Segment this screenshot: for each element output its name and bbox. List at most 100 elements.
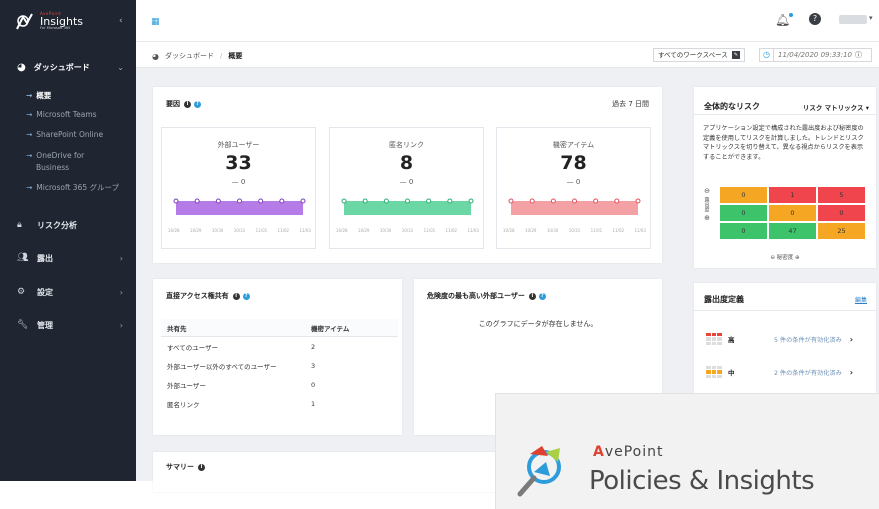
sidebar-item-label: ダッシュボード (33, 62, 90, 72)
sidebar-subitem-groups[interactable]: → Microsoft 365 グループ (26, 182, 119, 193)
table-row[interactable]: 外部ユーザー 0 (161, 375, 398, 394)
workspace-selector[interactable]: すべてのワークスペース ✎ (653, 48, 745, 62)
minus-icon[interactable]: ⊖ (770, 255, 775, 261)
risk-matrix-cell[interactable]: 0 (720, 205, 767, 221)
chevron-right-icon: › (849, 367, 854, 377)
info-icon[interactable]: ⓘ (855, 50, 862, 60)
tick-label: 10/31 (401, 228, 414, 233)
notification-bell-icon[interactable]: 🔔︎ (775, 13, 794, 27)
tick-label: 10/30 (546, 228, 559, 233)
tick-label: 11/01 (590, 228, 603, 233)
tick-label: 10/28 (168, 228, 180, 233)
brand-logo[interactable]: AvePoint Insights For Microsoft 365 (0, 0, 136, 42)
card-title: 全体的なリスク (704, 102, 760, 111)
exposure-level-high[interactable]: 高 5 件の条件が有効化済み › (706, 329, 866, 349)
timestamp-field[interactable]: ◷ 11/04/2020 09:33:10 ⓘ (759, 48, 872, 62)
sparkline (173, 198, 306, 215)
sidebar-item-settings[interactable]: ⚙ 設定 › (0, 282, 136, 302)
top-bar: ▦ 🔔︎ ? ▾ (136, 0, 879, 42)
risk-view-dropdown[interactable]: リスク マトリックス ▾ (803, 102, 869, 112)
factor-anonymous-links[interactable]: 匿名リンク 8 — 0 10/28 10/29 10/30 10/31 11/01 11/… (329, 127, 484, 249)
tick-label: 10/29 (524, 228, 537, 233)
sidebar-item-dashboard[interactable]: ◕ ダッシュボード ⌄ (0, 52, 136, 82)
plus-icon[interactable]: ⊕ (795, 255, 800, 261)
sparkline-point (215, 198, 221, 204)
sidebar-subitem-sharepoint[interactable]: → SharePoint Online (26, 129, 103, 140)
edit-link[interactable]: 編集 (855, 295, 867, 304)
help-icon[interactable]: ? (538, 292, 546, 300)
user-menu[interactable] (839, 15, 867, 24)
dash-icon: — (231, 178, 241, 186)
sidebar: AvePoint Insights For Microsoft 365 ‹ ◕ … (0, 0, 136, 481)
help-icon[interactable]: ? (242, 292, 250, 300)
tick-label: 11/01 (255, 228, 268, 233)
policies-insights-logo-icon (517, 446, 561, 497)
chevron-down-icon: ▾ (865, 104, 869, 112)
breadcrumb-current: 概要 (228, 52, 243, 60)
tick-label: 10/31 (233, 228, 246, 233)
card-title: 直接アクセス権共有 i? (166, 291, 250, 301)
sparkline-point (614, 198, 620, 204)
factor-sensitive-items[interactable]: 機密アイテム 78 — 0 10/28 10/29 10/30 10/31 11/01 1… (496, 127, 651, 249)
tick-label: 10/30 (211, 228, 224, 233)
breadcrumb-root[interactable]: ダッシュボード (165, 51, 214, 61)
card-title: 要因 i? (166, 99, 201, 109)
minus-icon[interactable]: ⊖ (702, 187, 712, 195)
sidebar-subitem-overview[interactable]: → 概要 (26, 90, 51, 101)
insights-logo-icon (16, 13, 33, 30)
tick-label: 11/02 (445, 228, 458, 233)
sparkline-point (426, 198, 432, 204)
chevron-right-icon: › (119, 287, 123, 297)
chevron-down-icon[interactable]: ▾ (869, 14, 873, 22)
risk-matrix-cell[interactable]: 0 (720, 223, 767, 239)
lock-icon: 🔒︎ (17, 220, 22, 230)
risk-matrix-cell[interactable]: 0 (720, 187, 767, 203)
risk-matrix-cell[interactable]: 0 (818, 205, 865, 221)
pie-chart-icon: ◕ (17, 61, 26, 73)
info-icon[interactable]: i (184, 100, 191, 108)
sparkline-point (258, 198, 264, 204)
plus-icon[interactable]: ⊕ (702, 214, 712, 222)
card-title: 危険度の最も高い外部ユーザー i? (427, 291, 546, 301)
table-row[interactable]: 外部ユーザー以外のすべてのユーザー 3 (161, 356, 398, 375)
collapse-sidebar-icon[interactable]: ‹ (119, 16, 123, 26)
sidebar-item-risk-analysis[interactable]: 🔒︎ リスク分析 (0, 215, 136, 235)
card-title: サマリー i (166, 462, 205, 472)
help-icon[interactable]: ? (194, 100, 201, 108)
timestamp-text: 11/04/2020 09:33:10 (778, 51, 853, 59)
factor-external-users[interactable]: 外部ユーザー 33 — 0 10/28 10/29 10/30 10/31 11/01 1… (161, 127, 316, 249)
sparkline-point (572, 198, 577, 204)
table-row[interactable]: すべてのユーザー 2 (161, 337, 398, 356)
sidebar-subitem-onedrive[interactable]: → OneDrive for (26, 150, 84, 161)
sidebar-item-management[interactable]: 🔧︎ 管理 › (0, 315, 136, 335)
exposure-level-medium[interactable]: 中 2 件の条件が有効化済み › (706, 362, 866, 382)
sidebar-item-exposure[interactable]: 👥︎ 露出 › (0, 248, 136, 268)
risk-matrix-cell[interactable]: 5 (818, 187, 865, 203)
table-row[interactable]: 匿名リンク 1 (161, 394, 398, 413)
tick-label: 10/28 (336, 228, 348, 233)
info-icon[interactable]: i (232, 292, 240, 300)
gear-icon: ⚙ (17, 287, 26, 297)
info-icon[interactable]: i (528, 292, 536, 300)
info-icon[interactable]: i (198, 463, 205, 471)
tick-label: 11/02 (612, 228, 625, 233)
sparkline-ticks: 10/28 10/29 10/30 10/31 11/01 11/02 11/03 (503, 228, 646, 233)
sparkline-point (279, 198, 285, 204)
risk-matrix-cell[interactable]: 0 (769, 205, 816, 221)
sparkline-point (550, 198, 556, 204)
risk-description: アプリケーション設定で構成された露出度および秘密度の定義を使用してリスクを計算し… (703, 125, 864, 161)
sparkline-point (173, 198, 179, 204)
risk-matrix-cell[interactable]: 47 (769, 223, 816, 239)
sidebar-subitem-teams[interactable]: → Microsoft Teams (26, 109, 97, 120)
risk-matrix-cell[interactable]: 25 (818, 223, 865, 239)
card-title: 露出度定義 (704, 295, 744, 304)
app-grid-icon[interactable]: ▦ (151, 17, 160, 27)
risk-matrix-cell[interactable]: 1 (769, 187, 816, 203)
sparkline-ticks: 10/28 10/29 10/30 10/31 11/01 11/02 11/03 (336, 228, 479, 233)
help-icon[interactable]: ? (809, 13, 821, 25)
chevron-down-icon: ⌄ (117, 62, 124, 72)
level-grid-icon (706, 366, 722, 378)
breadcrumb: ◕ ダッシュボード / 概要 (152, 51, 242, 61)
chevron-right-icon: › (849, 334, 854, 344)
sparkline-point (405, 198, 410, 204)
